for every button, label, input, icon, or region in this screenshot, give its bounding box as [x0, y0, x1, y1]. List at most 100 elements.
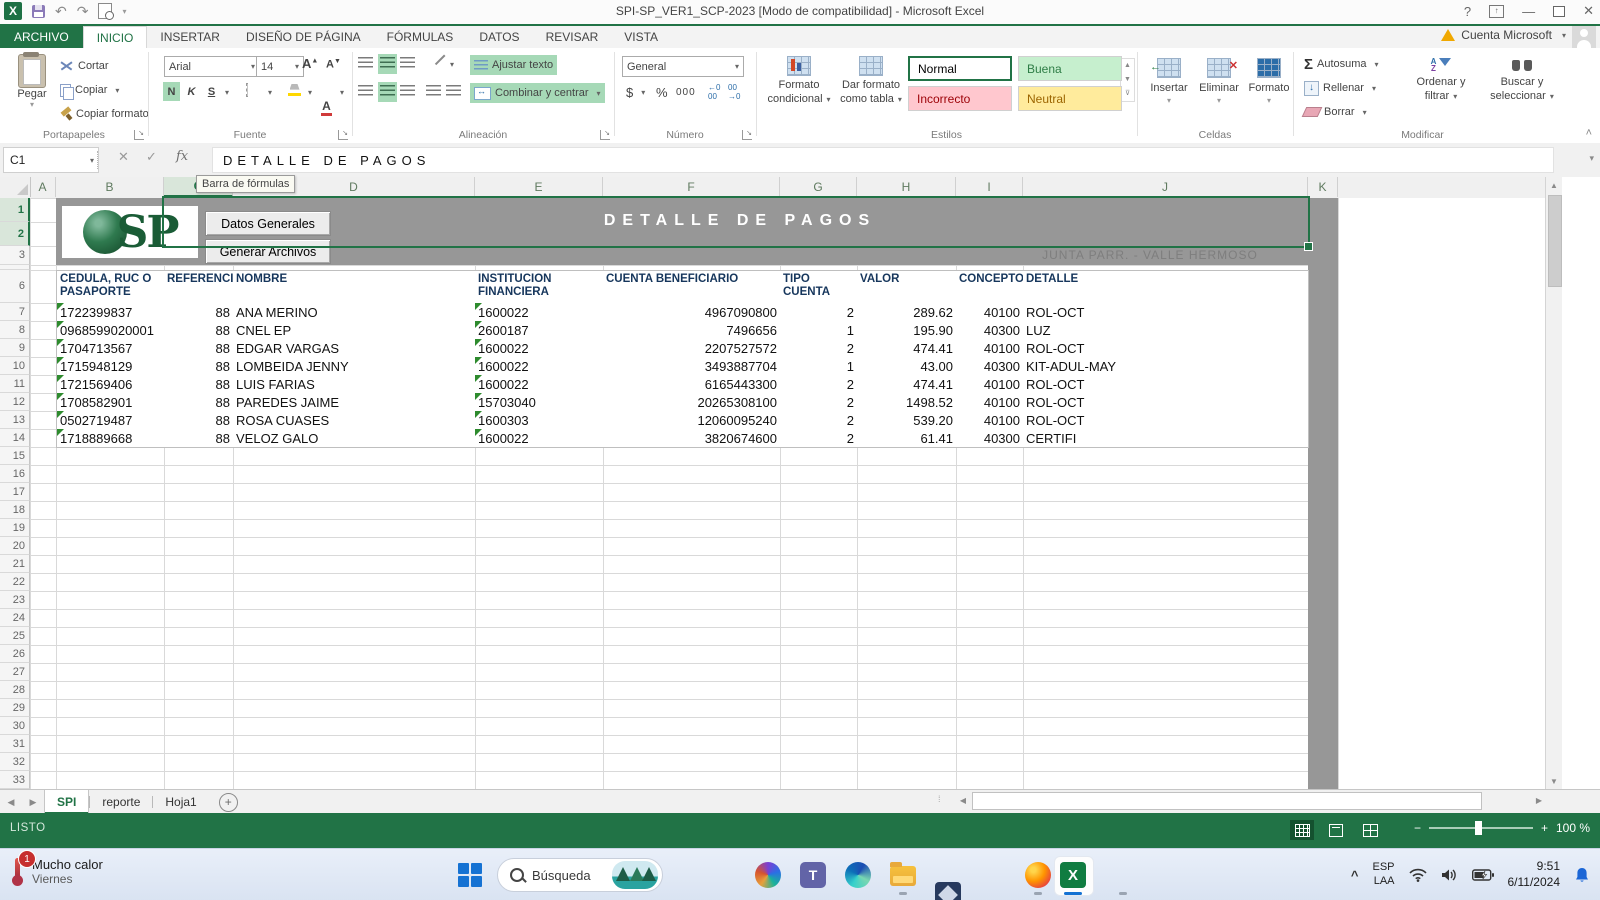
style-chip-incorrecto[interactable]: Incorrecto — [908, 86, 1012, 111]
row-header-12[interactable]: 12 — [0, 393, 30, 411]
cell[interactable]: 88 — [164, 393, 234, 412]
sheet-tab-spi[interactable]: SPI — [44, 790, 89, 814]
ribbon-tab-f-rmulas[interactable]: FÓRMULAS — [374, 26, 467, 48]
row-header-28[interactable]: 28 — [0, 681, 30, 699]
column-header-K[interactable]: K — [1308, 177, 1338, 197]
cell[interactable]: CNEL EP — [233, 321, 476, 340]
clock[interactable]: 9:516/11/2024 — [1508, 859, 1561, 890]
row-header-30[interactable]: 30 — [0, 717, 30, 735]
underline-button[interactable]: S — [203, 82, 220, 101]
table-header-cell[interactable]: CEDULA, RUC O PASAPORTE — [56, 270, 165, 304]
ribbon-tab-revisar[interactable]: REVISAR — [533, 26, 612, 48]
battery-icon[interactable] — [1472, 869, 1494, 881]
cell[interactable]: ANA MERINO — [233, 303, 476, 322]
table-header-cell[interactable]: CUENTA BENEFICIARIO — [603, 270, 781, 304]
start-button[interactable] — [458, 863, 482, 887]
cell[interactable]: 1722399837 — [56, 303, 165, 322]
insert-cells-button[interactable]: ← Insertar ▾ — [1146, 58, 1192, 106]
cell[interactable]: 88 — [164, 357, 234, 376]
row-header-26[interactable]: 26 — [0, 645, 30, 663]
format-as-table-button[interactable]: Dar formato como tabla▾ — [838, 56, 904, 107]
sort-filter-button[interactable]: AZ Ordenar y filtrar▾ — [1404, 58, 1478, 104]
zoom-slider[interactable] — [1429, 827, 1533, 829]
cell[interactable]: 88 — [164, 339, 234, 358]
scroll-up-icon[interactable]: ▲ — [1546, 177, 1562, 193]
currency-button[interactable]: $▾ — [622, 82, 649, 102]
format-cells-button[interactable]: Formato ▾ — [1246, 58, 1292, 106]
tab-archivo[interactable]: ARCHIVO — [0, 26, 83, 48]
cell[interactable]: ROL-OCT — [1023, 411, 1309, 430]
paste-button[interactable]: Pegar ▾ — [10, 54, 54, 109]
cell[interactable]: 289.62 — [857, 303, 957, 322]
cell[interactable]: 2600187 — [475, 321, 604, 340]
select-all-corner[interactable] — [0, 177, 31, 197]
avatar[interactable] — [1572, 26, 1596, 48]
normal-view-button[interactable] — [1290, 820, 1314, 840]
zoom-level[interactable]: 100 % — [1556, 821, 1590, 835]
cell[interactable]: 1498.52 — [857, 393, 957, 412]
find-select-button[interactable]: Buscar y seleccionar▾ — [1482, 58, 1562, 104]
column-header-E[interactable]: E — [475, 177, 603, 197]
cell[interactable]: 474.41 — [857, 375, 957, 394]
cell[interactable]: 40100 — [956, 393, 1024, 412]
cell[interactable]: 7496656 — [603, 321, 781, 340]
tray-chevron-icon[interactable]: ^ — [1351, 868, 1359, 883]
row-header-2[interactable]: 2 — [0, 222, 30, 246]
cell[interactable]: 2207527572 — [603, 339, 781, 358]
font-color-dropdown-icon[interactable]: ▾ — [340, 88, 344, 97]
ribbon-display-options-button[interactable]: ↑ — [1489, 5, 1504, 18]
font-color-button[interactable]: A — [318, 98, 335, 116]
sheet-tab-hoja1[interactable]: Hoja1 — [153, 790, 208, 814]
style-chip-normal[interactable]: Normal — [908, 56, 1012, 81]
table-header-cell[interactable]: VALOR — [857, 270, 957, 304]
ribbon-tab-vista[interactable]: VISTA — [611, 26, 671, 48]
font-size-select[interactable]: 14▾ — [256, 56, 304, 77]
cell[interactable]: 40300 — [956, 429, 1024, 448]
cell[interactable]: 195.90 — [857, 321, 957, 340]
virtualbox-icon[interactable] — [935, 882, 961, 900]
align-top-button[interactable] — [358, 57, 373, 71]
cell[interactable]: 6165443300 — [603, 375, 781, 394]
cell[interactable]: 2 — [780, 393, 858, 412]
cell[interactable]: 1718889668 — [56, 429, 165, 448]
cell[interactable]: 88 — [164, 375, 234, 394]
table-header-cell[interactable]: REFERENCIA — [164, 270, 234, 304]
decrease-decimal-button[interactable]: 00→0 — [728, 84, 740, 102]
column-header-I[interactable]: I — [956, 177, 1023, 197]
row-header-31[interactable]: 31 — [0, 735, 30, 753]
bold-button[interactable]: N — [163, 82, 180, 101]
percent-button[interactable]: % — [656, 85, 668, 100]
ribbon-tab-dise-o-de-p-gina[interactable]: DISEÑO DE PÁGINA — [233, 26, 374, 48]
fill-color-button[interactable] — [286, 81, 303, 99]
orientation-dropdown-icon[interactable]: ▾ — [450, 60, 454, 69]
align-middle-button[interactable] — [378, 54, 397, 74]
row-header-17[interactable]: 17 — [0, 483, 30, 501]
row-header-3[interactable]: 3 — [0, 246, 30, 265]
cell[interactable]: 3820674600 — [603, 429, 781, 448]
column-header-G[interactable]: G — [780, 177, 857, 197]
undo-icon[interactable]: ↶ — [55, 4, 67, 18]
account-label[interactable]: Cuenta Microsoft — [1461, 28, 1552, 42]
cell[interactable]: 2 — [780, 411, 858, 430]
borders-button[interactable] — [246, 84, 248, 96]
help-button[interactable]: ? — [1464, 4, 1471, 19]
cell[interactable]: LOMBEIDA JENNY — [233, 357, 476, 376]
table-header-cell[interactable]: DETALLE — [1023, 270, 1309, 304]
weather-widget[interactable]: 1 Mucho calor Viernes — [10, 856, 103, 886]
cell[interactable]: ROL-OCT — [1023, 375, 1309, 394]
cell[interactable]: 15703040 — [475, 393, 604, 412]
cell[interactable]: 3493887704 — [603, 357, 781, 376]
cell[interactable]: 1600303 — [475, 411, 604, 430]
cut-button[interactable]: Cortar — [56, 56, 113, 76]
row-header-27[interactable]: 27 — [0, 663, 30, 681]
row-header-23[interactable]: 23 — [0, 591, 30, 609]
autosum-button[interactable]: Σ Autosuma▾ — [1300, 54, 1383, 74]
cell[interactable]: EDGAR VARGAS — [233, 339, 476, 358]
cell[interactable]: 2 — [780, 429, 858, 448]
align-right-button[interactable] — [400, 85, 415, 99]
clipboard-dialog-launcher[interactable]: ↘ — [134, 130, 144, 140]
table-header-cell[interactable]: TIPO CUENTA — [780, 270, 858, 304]
cell[interactable]: 40100 — [956, 411, 1024, 430]
file-explorer-icon[interactable] — [890, 866, 916, 886]
cell[interactable]: 1600022 — [475, 357, 604, 376]
